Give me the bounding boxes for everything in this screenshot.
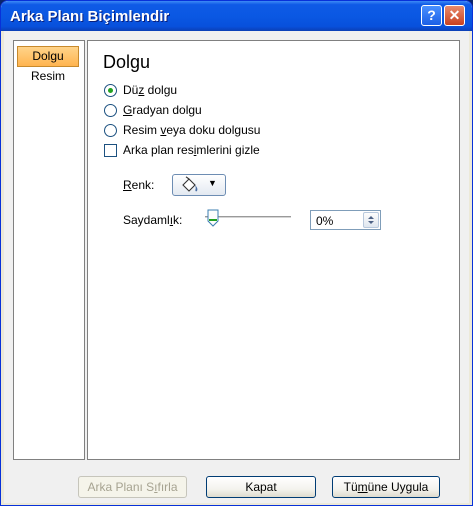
sidebar-item-fill[interactable]: Dolgu <box>17 46 79 67</box>
sidebar-item-picture[interactable]: Resim <box>17 67 79 88</box>
paint-bucket-icon <box>182 176 198 192</box>
color-label: Renk: <box>123 178 155 192</box>
solid-fill-radio[interactable] <box>104 84 117 97</box>
spin-arrows-icon <box>368 216 374 224</box>
color-picker-button[interactable]: ▼ <box>172 174 226 196</box>
transparency-spin-field[interactable]: 0% <box>310 210 381 230</box>
hide-background-graphics-label[interactable]: Arka plan resimlerini gizle <box>123 143 260 157</box>
section-heading: Dolgu <box>103 52 151 72</box>
picture-texture-fill-label[interactable]: Resim veya doku dolgusu <box>123 123 260 137</box>
category-sidebar: Dolgu Resim <box>13 40 85 460</box>
transparency-value[interactable]: 0% <box>316 214 333 228</box>
solid-fill-label[interactable]: Düz dolgu <box>123 83 177 97</box>
transparency-slider-thumb[interactable] <box>207 209 219 227</box>
format-background-dialog: Arka Planı Biçimlendir ? ✕ Dolgu Resim D… <box>0 0 473 506</box>
close-icon: ✕ <box>448 7 461 23</box>
title-bar[interactable]: Arka Planı Biçimlendir ? ✕ <box>1 1 472 31</box>
sidebar-item-label: Resim <box>30 69 65 83</box>
hide-background-graphics-checkbox[interactable] <box>104 144 117 157</box>
reset-background-button[interactable]: Arka Planı Sıfırla <box>78 476 187 498</box>
help-button[interactable]: ? <box>421 5 442 26</box>
help-icon: ? <box>427 7 436 23</box>
close-button[interactable]: Kapat <box>206 476 316 498</box>
chevron-down-icon: ▼ <box>208 178 217 188</box>
picture-texture-fill-radio[interactable] <box>104 124 117 137</box>
transparency-spin-button[interactable] <box>363 212 379 228</box>
dialog-body: Dolgu Resim Dolgu Düz dolgu Gradyan dolg… <box>4 31 469 503</box>
sidebar-item-label: Dolgu <box>32 49 64 63</box>
gradient-fill-radio[interactable] <box>104 104 117 117</box>
fill-options-panel: Dolgu Düz dolgu Gradyan dolgu Resim veya… <box>87 40 460 460</box>
gradient-fill-label[interactable]: Gradyan dolgu <box>123 103 202 117</box>
apply-to-all-button[interactable]: Tümüne Uygula <box>332 476 440 498</box>
dialog-title: Arka Planı Biçimlendir <box>10 8 170 25</box>
close-window-button[interactable]: ✕ <box>444 5 465 26</box>
transparency-label: Saydamlık: <box>123 213 183 227</box>
